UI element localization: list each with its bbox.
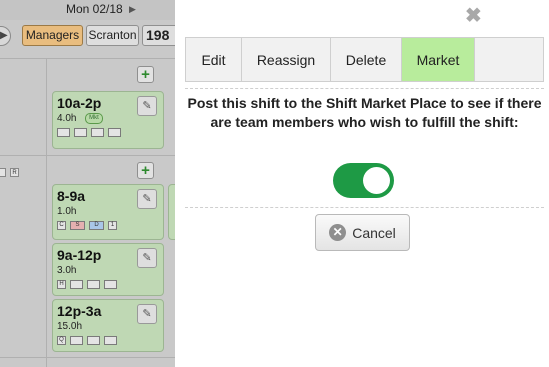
column-divider	[46, 59, 47, 367]
pencil-icon[interactable]: ✎	[137, 189, 157, 209]
shift-tag	[87, 336, 100, 345]
divider	[185, 88, 544, 89]
shift-tag: H	[57, 280, 66, 289]
nav-forward-button[interactable]: ▶	[0, 26, 11, 46]
shift-tag: Q	[57, 336, 66, 345]
shift-hours: 15.0h	[57, 321, 83, 332]
cancel-button[interactable]: ✕ Cancel	[315, 214, 410, 251]
market-message: Post this shift to the Shift Market Plac…	[187, 95, 542, 130]
shift-tag: S	[70, 221, 85, 230]
shift-card[interactable]: 10a-2p 4.0h Mkt ✎	[52, 91, 164, 149]
shift-tag	[57, 128, 70, 137]
scheduler-background: Mon 02/18 ▶ ▶ Managers Scranton 198 R + …	[0, 0, 175, 367]
shift-tag	[70, 336, 83, 345]
row-tag	[0, 168, 6, 177]
scranton-button[interactable]: Scranton	[86, 25, 139, 46]
divider	[185, 207, 544, 208]
shift-hours: 1.0h	[57, 206, 77, 217]
row-divider	[0, 357, 175, 358]
date-bar: Mon 02/18 ▶	[0, 0, 175, 20]
cancel-label: Cancel	[352, 224, 396, 241]
toggle-knob	[363, 167, 390, 194]
shift-tag	[74, 128, 87, 137]
triangle-right-icon[interactable]: ▶	[129, 4, 136, 15]
shift-tag	[91, 128, 104, 137]
shift-time: 12p-3a	[57, 303, 102, 319]
pencil-icon[interactable]: ✎	[137, 248, 157, 268]
market-toggle[interactable]	[333, 163, 394, 198]
shift-card[interactable]: 9a-12p 3.0h ✎ H	[52, 243, 164, 296]
shift-time: 9a-12p	[57, 247, 102, 263]
row-tag: R	[10, 168, 19, 177]
action-tabs: Edit Reassign Delete Market	[185, 37, 544, 82]
shift-tag	[87, 280, 100, 289]
tab-delete[interactable]: Delete	[331, 38, 402, 81]
pencil-icon[interactable]: ✎	[137, 304, 157, 324]
shift-tag	[104, 336, 117, 345]
date-label: Mon 02/18	[66, 2, 123, 16]
managers-button[interactable]: Managers	[22, 25, 83, 46]
shift-time: 8-9a	[57, 188, 86, 204]
shift-card[interactable]: 8-9a 1.0h ✎ C S D 1	[52, 184, 164, 240]
shift-tag: C	[57, 221, 66, 230]
shift-hours: 3.0h	[57, 265, 77, 276]
shift-modal: ✖ Edit Reassign Delete Market Post this …	[175, 0, 549, 367]
shift-card-partial[interactable]	[168, 184, 175, 240]
shift-tags: H	[57, 280, 117, 289]
tab-reassign[interactable]: Reassign	[242, 38, 331, 81]
close-icon[interactable]: ✖	[465, 6, 482, 26]
shift-tags: C S D 1	[57, 221, 117, 230]
tab-edit[interactable]: Edit	[186, 38, 242, 81]
shift-tag: 1	[108, 221, 117, 230]
shift-hours: 4.0h	[57, 113, 77, 124]
plus-icon[interactable]: +	[137, 66, 154, 83]
count-button[interactable]: 198	[142, 25, 175, 46]
shift-tags	[57, 128, 121, 137]
market-badge: Mkt	[85, 113, 103, 124]
cancel-circle-icon: ✕	[329, 224, 347, 241]
tab-market[interactable]: Market	[402, 38, 475, 81]
shift-time: 10a-2p	[57, 95, 102, 111]
shift-tag: D	[89, 221, 104, 230]
shift-tag	[70, 280, 83, 289]
triangle-right-icon: ▶	[0, 30, 8, 41]
shift-tag	[108, 128, 121, 137]
shift-card[interactable]: 12p-3a 15.0h ✎ Q	[52, 299, 164, 352]
shift-tags: Q	[57, 336, 117, 345]
shift-tag	[104, 280, 117, 289]
row-divider	[0, 155, 175, 156]
pencil-icon[interactable]: ✎	[137, 96, 157, 116]
plus-icon[interactable]: +	[137, 162, 154, 179]
row-divider	[0, 58, 175, 59]
